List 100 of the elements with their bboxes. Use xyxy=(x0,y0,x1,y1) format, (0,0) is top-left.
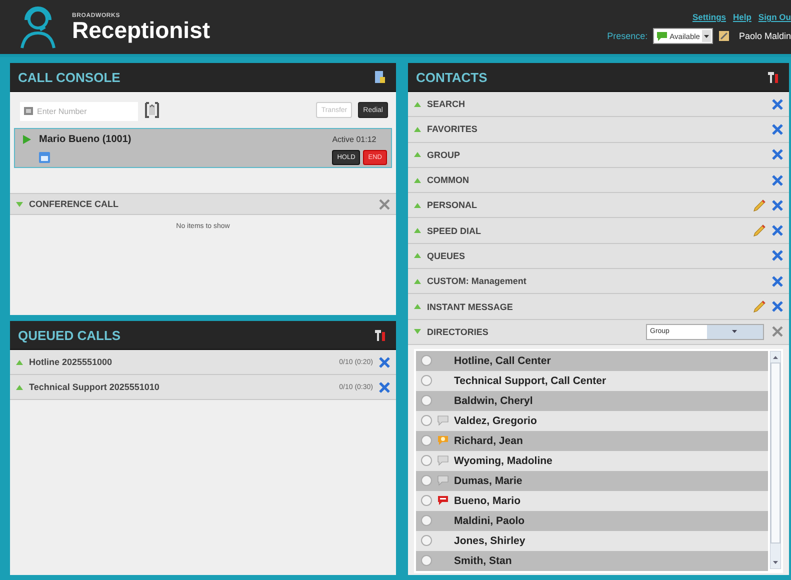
section-header[interactable]: GROUP xyxy=(408,142,789,168)
contact-row[interactable]: Wyoming, Madoline xyxy=(416,450,768,471)
contact-row[interactable]: Dumas, Marie xyxy=(416,470,768,491)
section-header[interactable]: FAVORITES xyxy=(408,117,789,143)
status-circle-icon[interactable] xyxy=(421,535,432,546)
contact-name: Wyoming, Madoline xyxy=(454,454,552,467)
status-circle-icon[interactable] xyxy=(421,555,432,566)
header-link[interactable]: Sign Ou xyxy=(758,12,791,22)
close-icon[interactable] xyxy=(772,276,783,287)
section-title: INSTANT MESSAGE xyxy=(427,302,514,312)
notepad-icon[interactable] xyxy=(718,30,730,42)
chat-bubble-icon xyxy=(656,31,668,41)
scrollbar[interactable] xyxy=(770,350,781,569)
expand-arrow-icon[interactable] xyxy=(16,384,23,390)
panel-title: CONTACTS xyxy=(416,70,488,84)
number-field[interactable]: Enter Number xyxy=(20,102,138,120)
close-icon[interactable] xyxy=(772,250,783,262)
expand-arrow-icon[interactable] xyxy=(414,102,421,107)
close-icon[interactable] xyxy=(379,382,390,392)
pencil-icon[interactable] xyxy=(753,224,766,238)
play-icon[interactable] xyxy=(23,135,31,144)
caller-name: Mario Bueno (1001) xyxy=(39,134,132,145)
panel-title: QUEUED CALLS xyxy=(18,328,121,342)
pencil-icon[interactable] xyxy=(753,300,766,314)
contact-row[interactable]: Smith, Stan xyxy=(416,550,768,571)
section-header[interactable]: PERSONAL xyxy=(408,193,789,218)
close-icon[interactable] xyxy=(772,98,783,110)
contact-row[interactable]: Jones, Shirley xyxy=(416,530,768,551)
contact-row[interactable]: Hotline, Call Center xyxy=(416,350,768,371)
close-icon[interactable] xyxy=(772,326,783,338)
expand-arrow-icon[interactable] xyxy=(414,152,421,158)
close-icon[interactable] xyxy=(772,174,783,186)
expand-arrow-icon[interactable] xyxy=(414,304,421,310)
expand-arrow-icon[interactable] xyxy=(414,202,421,208)
caret-icon xyxy=(704,34,709,38)
close-icon[interactable] xyxy=(379,198,390,210)
contact-row[interactable]: Maldini, Paolo xyxy=(416,510,768,531)
expand-arrow-icon[interactable] xyxy=(414,228,421,234)
section-header[interactable]: INSTANT MESSAGE xyxy=(408,294,789,320)
contact-row[interactable]: Valdez, Gregorio xyxy=(416,410,768,431)
chat-bubble-icon xyxy=(437,475,449,486)
contact-row[interactable]: Richard, Jean xyxy=(416,430,768,451)
chat-bubble-icon xyxy=(437,415,449,426)
section-title: SEARCH xyxy=(427,99,466,110)
section-title: COMMON xyxy=(427,175,470,186)
expand-arrow-icon[interactable] xyxy=(414,278,421,284)
collapse-arrow-icon[interactable] xyxy=(414,329,421,334)
queue-name: Technical Support 2025551010 xyxy=(29,382,160,392)
status-circle-icon[interactable] xyxy=(421,515,432,526)
section-header[interactable]: QUEUES xyxy=(408,244,789,270)
status-circle-icon[interactable] xyxy=(421,435,432,446)
section-title: DIRECTORIES xyxy=(427,326,490,337)
section-title: CUSTOM: Management xyxy=(427,276,528,286)
status-circle-icon[interactable] xyxy=(421,395,432,406)
chat-bubble-icon xyxy=(437,455,449,466)
contact-name: Richard, Jean xyxy=(454,434,523,447)
contact-row[interactable]: Bueno, Mario xyxy=(416,490,768,511)
status-circle-icon[interactable] xyxy=(421,455,432,466)
section-header[interactable]: COMMON xyxy=(408,168,789,194)
status-circle-icon[interactable] xyxy=(421,475,432,486)
section-header[interactable]: SEARCH xyxy=(408,92,789,118)
status-circle-icon[interactable] xyxy=(421,355,432,366)
header-link[interactable]: Help xyxy=(732,12,752,22)
calendar-icon[interactable] xyxy=(39,152,50,163)
user-name: Paolo Maldin xyxy=(738,31,791,41)
status-circle-icon[interactable] xyxy=(421,375,432,386)
section-header[interactable]: CUSTOM: Management xyxy=(408,269,789,294)
contact-row[interactable]: Technical Support, Call Center xyxy=(416,370,768,391)
section-header[interactable]: CONFERENCE CALL xyxy=(10,193,396,215)
header-link[interactable]: Settings xyxy=(692,12,726,22)
close-icon[interactable] xyxy=(772,124,783,135)
section-title: FAVORITES xyxy=(427,124,478,134)
section-header[interactable]: SPEED DIAL xyxy=(408,218,789,244)
pencil-icon[interactable] xyxy=(753,198,766,212)
contact-name: Hotline, Call Center xyxy=(454,354,551,367)
clipboard-icon[interactable] xyxy=(144,101,160,119)
presence-label: Presence: xyxy=(607,31,648,41)
contact-name: Maldini, Paolo xyxy=(454,514,525,527)
expand-arrow-icon[interactable] xyxy=(16,360,23,364)
caret-icon xyxy=(732,330,738,334)
close-icon[interactable] xyxy=(772,301,783,312)
status-circle-icon[interactable] xyxy=(421,415,432,426)
close-icon[interactable] xyxy=(379,356,390,368)
close-icon[interactable] xyxy=(772,225,783,236)
expand-arrow-icon[interactable] xyxy=(414,178,421,183)
queue-name: Hotline 2025551000 xyxy=(29,357,114,367)
contact-name: Smith, Stan xyxy=(454,554,512,567)
close-icon[interactable] xyxy=(772,149,783,160)
section-title: PERSONAL xyxy=(427,200,478,210)
collapse-arrow-icon[interactable] xyxy=(16,202,23,206)
status-circle-icon[interactable] xyxy=(421,495,432,506)
section-title: CONFERENCE CALL xyxy=(29,199,120,209)
expand-arrow-icon[interactable] xyxy=(414,126,421,132)
app-title: Receptionist xyxy=(72,18,210,42)
headset-person-icon xyxy=(18,5,58,49)
close-icon[interactable] xyxy=(772,200,783,211)
panel-title: CALL CONSOLE xyxy=(18,70,120,84)
contact-row[interactable]: Baldwin, Cheryl xyxy=(416,390,768,411)
expand-arrow-icon[interactable] xyxy=(414,253,421,258)
contact-name: Jones, Shirley xyxy=(454,534,526,547)
